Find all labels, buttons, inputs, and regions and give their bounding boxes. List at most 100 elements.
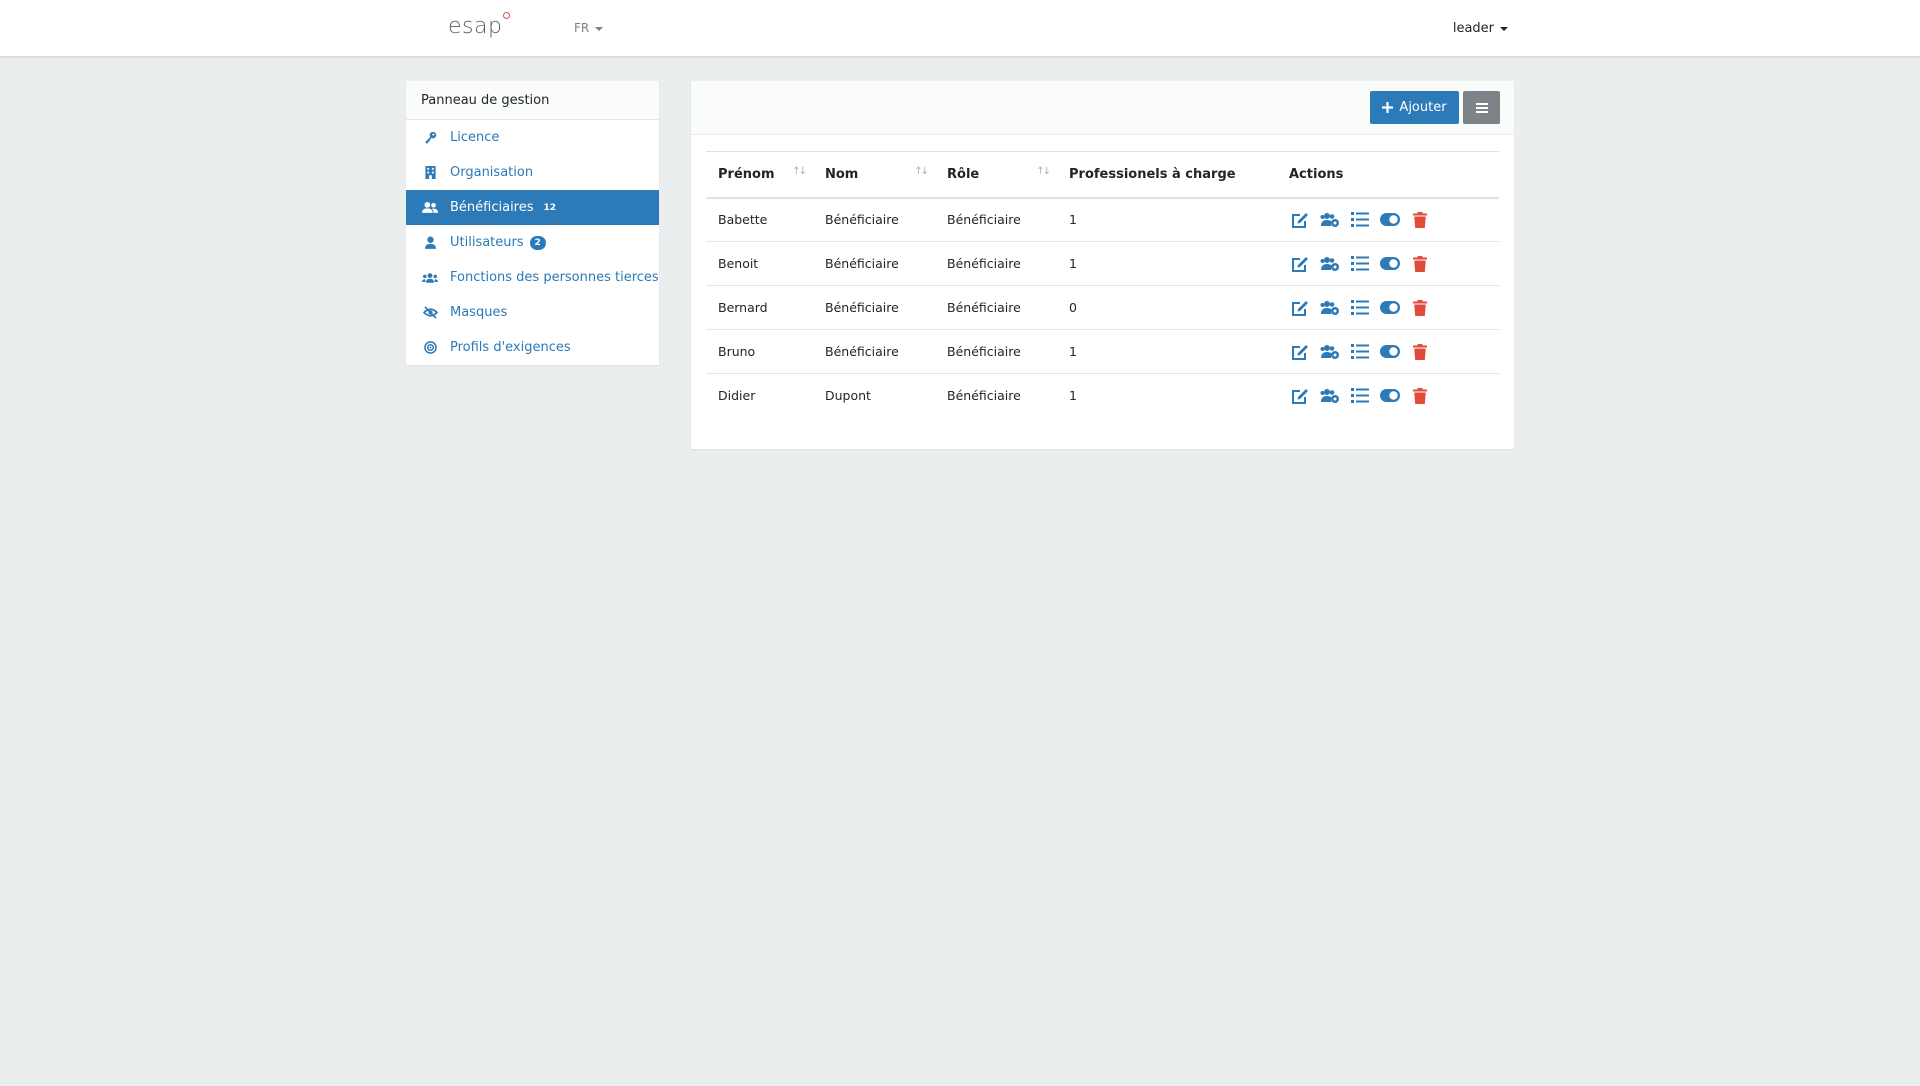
cell-prenom: Babette <box>718 212 768 228</box>
cell-prenom: Benoit <box>718 256 759 271</box>
edit-icon[interactable] <box>1289 342 1311 362</box>
table-row: Bruno Bénéficiaire Bénéficiaire 1 <box>706 330 1499 374</box>
sidebar-item-utilisateurs[interactable]: Utilisateurs 2 <box>406 225 659 260</box>
cell-actions <box>1277 198 1499 242</box>
trash-icon[interactable] <box>1409 386 1431 406</box>
cell-nom: Bénéficiaire <box>825 344 899 359</box>
cell-role: Bénéficiaire <box>947 344 1021 359</box>
brand-text: esap <box>448 14 503 39</box>
cell-actions <box>1277 330 1499 374</box>
list-icon[interactable] <box>1349 298 1371 318</box>
cell-professionels: 1 <box>1069 212 1077 228</box>
trash-icon[interactable] <box>1409 254 1431 274</box>
cell-professionels: 1 <box>1069 388 1077 404</box>
list-icon[interactable] <box>1349 386 1371 406</box>
list-icon[interactable] <box>1349 342 1371 362</box>
users-cog-icon[interactable] <box>1319 254 1341 274</box>
cell-role: Bénéficiaire <box>947 212 1021 228</box>
sidebar-item-profils-exigences[interactable]: Profils d'exigences <box>406 330 659 365</box>
count-badge: 12 <box>543 202 557 213</box>
users-cog-icon[interactable] <box>1319 386 1341 406</box>
building-icon <box>422 165 438 181</box>
trash-icon[interactable] <box>1409 342 1431 362</box>
add-button-label: Ajouter <box>1399 100 1447 115</box>
key-icon <box>422 130 438 146</box>
language-dropdown[interactable]: FR <box>574 21 604 35</box>
list-icon[interactable] <box>1349 210 1371 230</box>
column-header-label: Actions <box>1289 166 1344 182</box>
sidebar-item-label: Fonctions des personnes tierces <box>450 270 659 285</box>
trash-icon[interactable] <box>1409 298 1431 318</box>
table-row: Bernard Bénéficiaire Bénéficiaire 0 <box>706 286 1499 330</box>
edit-icon[interactable] <box>1289 210 1311 230</box>
cell-professionels: 0 <box>1069 300 1077 315</box>
user-friends-icon <box>422 200 438 216</box>
sidebar-item-label: Utilisateurs <box>450 235 524 250</box>
caret-down-icon <box>1500 26 1508 31</box>
cell-role: Bénéficiaire <box>947 300 1021 315</box>
users-cog-icon[interactable] <box>1319 298 1341 318</box>
user-dropdown[interactable]: leader <box>1453 21 1508 36</box>
sidebar-item-masques[interactable]: Masques <box>406 295 659 330</box>
sidebar-item-label: Bénéficiaires <box>450 200 534 215</box>
panel-title: Panneau de gestion <box>406 81 659 120</box>
toggle-on-icon[interactable] <box>1379 298 1401 318</box>
users-cog-icon[interactable] <box>1319 210 1341 230</box>
card-toolbar: Ajouter <box>691 81 1514 135</box>
table-row: Benoit Bénéficiaire Bénéficiaire 1 <box>706 242 1499 286</box>
toggle-on-icon[interactable] <box>1379 342 1401 362</box>
list-icon[interactable] <box>1349 254 1371 274</box>
user-label: leader <box>1452 21 1494 36</box>
sidebar-item-organisation[interactable]: Organisation <box>406 155 659 190</box>
toggle-on-icon[interactable] <box>1379 254 1401 274</box>
caret-down-icon <box>595 26 604 31</box>
eye-slash-icon <box>422 305 438 321</box>
column-header-label: Prénom <box>718 166 775 182</box>
cell-nom: Bénéficiaire <box>825 300 899 315</box>
toggle-on-icon[interactable] <box>1379 210 1401 230</box>
target-icon <box>422 340 438 356</box>
count-badge: 2 <box>529 235 546 250</box>
edit-icon[interactable] <box>1289 298 1311 318</box>
cell-role: Bénéficiaire <box>947 388 1021 404</box>
sidebar-item-label: Masques <box>450 305 508 320</box>
sidebar-item-licence[interactable]: Licence <box>406 120 659 155</box>
beneficiaries-card: Ajouter Prénom ↑↓ Nom ↑↓ Rôle ↑↓ Profession… <box>691 81 1514 449</box>
column-header-label: Rôle <box>947 166 980 182</box>
language-label: FR <box>574 21 590 35</box>
sort-icon: ↑↓ <box>914 166 929 177</box>
cell-prenom: Bernard <box>718 300 768 315</box>
sidebar-item-beneficiaires[interactable]: Bénéficiaires 12 <box>406 190 659 225</box>
column-header-prenom[interactable]: Prénom ↑↓ <box>706 152 813 198</box>
plus-icon <box>1382 102 1394 113</box>
trash-icon[interactable] <box>1409 210 1431 230</box>
cell-actions <box>1277 374 1499 418</box>
edit-icon[interactable] <box>1289 254 1311 274</box>
cell-nom: Dupont <box>825 388 871 404</box>
column-header-label: Nom <box>825 166 859 182</box>
column-header-nom[interactable]: Nom ↑↓ <box>813 152 935 198</box>
table-row: Didier Dupont Bénéficiaire 1 <box>706 374 1499 418</box>
sidebar-item-label: Organisation <box>450 165 534 180</box>
cell-actions <box>1277 242 1499 286</box>
sidebar-item-label: Profils d'exigences <box>450 340 571 355</box>
cell-role: Bénéficiaire <box>947 256 1021 271</box>
column-header-role[interactable]: Rôle ↑↓ <box>935 152 1057 198</box>
brand-logo[interactable]: esap <box>448 12 511 39</box>
column-header-professionels: Professionels à charge <box>1057 152 1277 198</box>
cell-nom: Bénéficiaire <box>825 212 899 228</box>
add-button[interactable]: Ajouter <box>1370 91 1459 124</box>
table-header-row: Prénom ↑↓ Nom ↑↓ Rôle ↑↓ Professionels à ch… <box>706 151 1499 198</box>
hamburger-icon <box>1475 102 1488 113</box>
edit-icon[interactable] <box>1289 386 1311 406</box>
cell-actions <box>1277 286 1499 330</box>
top-navbar: esap FR leader <box>0 0 1920 56</box>
users-cog-icon[interactable] <box>1319 342 1341 362</box>
cell-prenom: Didier <box>718 388 756 404</box>
menu-button[interactable] <box>1463 91 1500 124</box>
toggle-on-icon[interactable] <box>1379 386 1401 406</box>
management-panel: Panneau de gestion Licence Organisation … <box>406 81 659 365</box>
sidebar-item-fonctions-tierces[interactable]: Fonctions des personnes tierces <box>406 260 659 295</box>
registered-mark-icon <box>503 12 511 19</box>
beneficiaries-table: Prénom ↑↓ Nom ↑↓ Rôle ↑↓ Professionels à ch… <box>706 151 1499 418</box>
